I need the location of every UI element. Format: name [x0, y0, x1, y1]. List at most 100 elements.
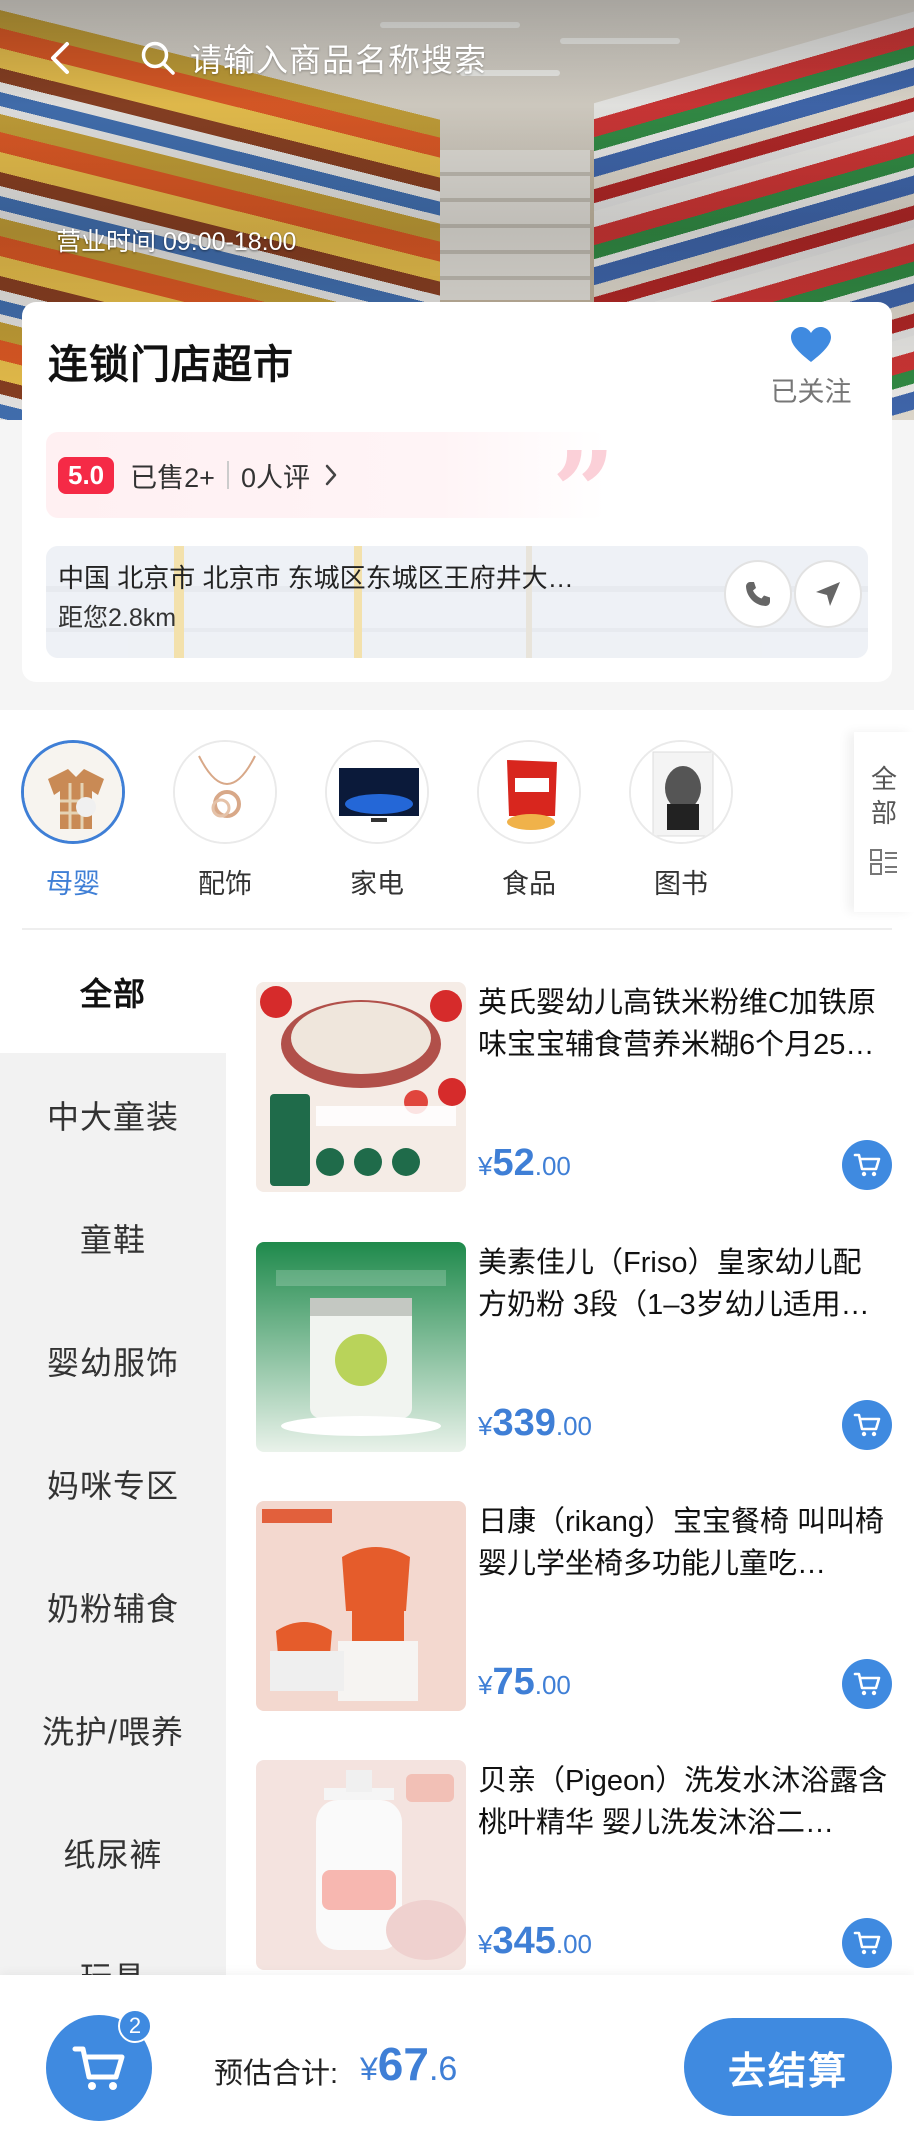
phone-icon [746, 582, 770, 606]
product-price: ¥75.00 [478, 1661, 571, 1704]
heart-icon [791, 327, 831, 362]
total-decimal: .6 [428, 2050, 458, 2088]
navigate-button[interactable] [794, 560, 862, 628]
category-thumb-accessories [173, 740, 277, 844]
checkout-button[interactable]: 去结算 [684, 2018, 892, 2116]
category-thumb-food [477, 740, 581, 844]
category-label: 母婴 [46, 869, 100, 899]
category-thumb-books [629, 740, 733, 844]
add-to-cart-button[interactable] [842, 1659, 892, 1709]
sidebar-item-all[interactable]: 全部 [0, 930, 226, 1053]
price-decimal: .00 [555, 1411, 593, 1441]
chevron-right-icon [325, 464, 337, 486]
baby-clothes-thumb [24, 743, 122, 841]
cart-icon [853, 1153, 881, 1177]
product-card[interactable]: 贝亲（Pigeon）洗发水沐浴露含桃叶精华 婴儿洗发沐浴二… ¥345.00 [256, 1760, 892, 1975]
category-label: 家电 [350, 869, 404, 899]
product-image [256, 1501, 466, 1711]
sidebar-item-toys[interactable]: 玩具 [0, 1914, 226, 1976]
sidebar-item-baby-clothing[interactable]: 婴幼服饰 [0, 1299, 226, 1422]
price-integer: 75 [492, 1661, 535, 1703]
product-price: ¥52.00 [478, 1142, 571, 1185]
navigation-arrow-icon [816, 582, 840, 606]
rating-summary[interactable]: 5.0 已售2+ 0人评 [46, 432, 606, 518]
top-bar: 请输入商品名称搜索 [0, 30, 914, 86]
store-info-card: 连锁门店超市 已关注 5.0 已售2+ 0人评 ” 中国 北京市 北京市 东城区… [22, 302, 892, 682]
sidebar-item-kids-clothing[interactable]: 中大童装 [0, 1053, 226, 1176]
shopping-cart-icon [72, 2046, 125, 2090]
sidebar-item-mommy-zone[interactable]: 妈咪专区 [0, 1422, 226, 1545]
sidebar-item-care-feeding[interactable]: 洗护/喂养 [0, 1668, 226, 1791]
quote-decoration: ” [552, 427, 616, 556]
chevron-left-icon [51, 42, 69, 74]
category-label: 图书 [654, 869, 708, 899]
book-thumb [631, 742, 731, 842]
follow-button[interactable]: 已关注 [756, 326, 866, 409]
price-decimal: .00 [555, 1929, 593, 1959]
tv-thumb [327, 742, 427, 842]
add-to-cart-button[interactable] [842, 1140, 892, 1190]
all-categories-button[interactable]: 全部 [854, 732, 914, 912]
search-placeholder: 请输入商品名称搜索 [190, 42, 488, 78]
product-title: 美素佳儿（Friso）皇家幼儿配方奶粉 3段（1–3岁幼儿适用… [478, 1247, 870, 1321]
product-image [256, 982, 466, 1192]
business-hours: 营业时间 09:00-18:00 [56, 228, 297, 256]
category-item-appliances[interactable]: 家电 [322, 740, 432, 901]
necklace-thumb [175, 742, 275, 842]
product-price: ¥345.00 [478, 1920, 592, 1963]
sidebar-item-kids-shoes[interactable]: 童鞋 [0, 1176, 226, 1299]
total-integer: 67 [377, 2038, 429, 2090]
call-button[interactable] [724, 560, 792, 628]
category-item-baby[interactable]: 母婴 [18, 740, 128, 901]
estimated-total-value: ¥67.6 [360, 2037, 457, 2091]
category-thumb-appliances [325, 740, 429, 844]
product-list: 英氏婴幼儿高铁米粉维C加铁原味宝宝辅食营养米糊6个月25… ¥52.00 美素佳… [226, 930, 914, 1975]
estimated-total-label: 预估合计: [214, 2058, 339, 2090]
cart-count-badge: 2 [118, 2009, 152, 2043]
subcategory-sidebar: 全部 中大童装 童鞋 婴幼服饰 妈咪专区 奶粉辅食 洗护/喂养 纸尿裤 玩具 [0, 930, 226, 1975]
category-label: 配饰 [198, 869, 252, 899]
cart-icon [853, 1931, 881, 1955]
score-badge: 5.0 [58, 456, 115, 494]
product-title: 贝亲（Pigeon）洗发水沐浴露含桃叶精华 婴儿洗发沐浴二… [478, 1765, 888, 1839]
currency-symbol: ¥ [360, 2051, 378, 2087]
list-grid-icon [870, 849, 897, 875]
category-item-food[interactable]: 食品 [474, 740, 584, 901]
back-button[interactable] [38, 36, 82, 80]
product-image [256, 1242, 466, 1452]
address-panel: 中国 北京市 北京市 东城区东城区王府井大… 距您2.8km [46, 546, 868, 658]
product-price: ¥339.00 [478, 1402, 592, 1445]
category-item-accessories[interactable]: 配饰 [170, 740, 280, 901]
rice-cereal-thumb [256, 982, 466, 1192]
formula-tin-thumb [256, 1242, 466, 1452]
price-decimal: .00 [534, 1670, 571, 1700]
search-icon [141, 41, 175, 75]
review-count: 0人评 [240, 462, 310, 493]
price-integer: 345 [492, 1920, 556, 1962]
category-strip: 母婴 配饰 家电 食品 图书 全部 [0, 710, 914, 930]
price-decimal: .00 [534, 1151, 571, 1181]
price-integer: 339 [492, 1402, 556, 1444]
product-image [256, 1760, 466, 1970]
snack-thumb [479, 742, 579, 842]
product-title: 日康（rikang）宝宝餐椅 叫叫椅婴儿学坐椅多功能儿童吃… [478, 1506, 885, 1580]
store-address: 中国 北京市 北京市 东城区东城区王府井大… [58, 563, 574, 593]
divider [226, 461, 229, 489]
follow-label: 已关注 [770, 377, 852, 407]
category-thumb-baby [21, 740, 125, 844]
sidebar-item-formula-food[interactable]: 奶粉辅食 [0, 1545, 226, 1668]
all-categories-label: 全部 [870, 764, 897, 828]
search-input[interactable]: 请输入商品名称搜索 [140, 36, 487, 80]
sidebar-item-diapers[interactable]: 纸尿裤 [0, 1791, 226, 1914]
product-title: 英氏婴幼儿高铁米粉维C加铁原味宝宝辅食营养米糊6个月25… [478, 987, 876, 1061]
product-card[interactable]: 美素佳儿（Friso）皇家幼儿配方奶粉 3段（1–3岁幼儿适用… ¥339.00 [256, 1242, 892, 1457]
currency-symbol: ¥ [478, 1411, 493, 1441]
category-item-books[interactable]: 图书 [626, 740, 736, 901]
product-card[interactable]: 日康（rikang）宝宝餐椅 叫叫椅婴儿学坐椅多功能儿童吃… ¥75.00 [256, 1501, 892, 1716]
product-card[interactable]: 英氏婴幼儿高铁米粉维C加铁原味宝宝辅食营养米糊6个月25… ¥52.00 [256, 982, 892, 1197]
price-integer: 52 [492, 1142, 535, 1184]
add-to-cart-button[interactable] [842, 1400, 892, 1450]
checkout-bar: 2 预估合计: ¥67.6 去结算 [0, 1975, 914, 2144]
add-to-cart-button[interactable] [842, 1918, 892, 1968]
currency-symbol: ¥ [478, 1670, 493, 1700]
